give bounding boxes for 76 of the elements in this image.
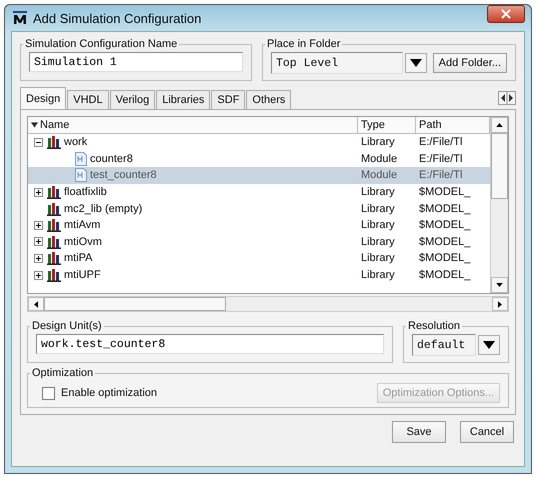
group-label: Optimization bbox=[31, 367, 94, 379]
type-cell-text: Library bbox=[360, 202, 396, 215]
group-label: Place in Folder bbox=[266, 38, 342, 50]
path-cell-text: $MODEL_ bbox=[418, 186, 472, 198]
tree-row[interactable]: mtiUPF Library $MODEL_ bbox=[28, 266, 490, 284]
tree-row[interactable]: mc2_lib (empty) Library $MODEL_ bbox=[28, 200, 490, 217]
tree-row[interactable]: mtiOvm Library $MODEL_ bbox=[28, 234, 490, 250]
scroll-up-icon[interactable] bbox=[496, 123, 503, 127]
tree-row[interactable]: work Library E:/File/Tl bbox=[28, 134, 490, 151]
expand-icon[interactable] bbox=[34, 270, 43, 280]
tree-item-name: test_counter8 bbox=[90, 169, 157, 182]
folder-dropdown[interactable]: Top Level bbox=[271, 52, 403, 74]
window-title: Add Simulation Configuration bbox=[33, 10, 202, 26]
tree-item-name: mc2_lib (empty) bbox=[64, 202, 142, 215]
group-label: Design Unit(s) bbox=[31, 320, 103, 332]
type-cell-text: Module bbox=[360, 152, 398, 165]
scroll-right-icon[interactable] bbox=[498, 300, 502, 308]
type-cell-text: Library bbox=[360, 186, 396, 198]
vertical-scrollbar[interactable] bbox=[490, 117, 508, 293]
type-cell-text: Library bbox=[360, 252, 396, 264]
tree-row[interactable]: counter8 Module E:/File/Tl bbox=[28, 150, 490, 168]
column-header[interactable]: Name bbox=[28, 117, 358, 133]
tree-row[interactable]: floatfixlib Library $MODEL_ bbox=[28, 184, 490, 200]
path-cell-text: $MODEL_ bbox=[418, 202, 472, 215]
column-header[interactable]: Type bbox=[358, 117, 416, 133]
app-logo-icon bbox=[13, 11, 27, 25]
sort-arrow-icon bbox=[31, 122, 38, 128]
close-icon bbox=[501, 9, 511, 19]
path-cell-text: $MODEL_ bbox=[418, 219, 472, 232]
type-cell-text: Library bbox=[360, 219, 396, 232]
tab[interactable]: SDF bbox=[211, 90, 246, 109]
horizontal-scrollbar[interactable] bbox=[27, 296, 509, 312]
tab[interactable]: Others bbox=[246, 90, 292, 109]
config-name-field[interactable]: Simulation 1 bbox=[29, 52, 243, 72]
expand-icon[interactable] bbox=[34, 188, 43, 197]
type-cell-text: Module bbox=[360, 169, 398, 182]
group-label: Simulation Configuration Name bbox=[24, 38, 178, 50]
path-cell-text: E:/File/Tl bbox=[418, 169, 464, 182]
tree-item-name: mtiAvm bbox=[64, 219, 100, 232]
type-cell-text: Library bbox=[360, 269, 396, 282]
tree-item-name: floatfixlib bbox=[64, 186, 107, 198]
tab[interactable]: Verilog bbox=[110, 90, 156, 109]
path-cell-text: $MODEL_ bbox=[418, 236, 472, 248]
resolution-dropdown[interactable]: default bbox=[412, 334, 476, 356]
path-cell-text: E:/File/Tl bbox=[418, 136, 464, 148]
add-folder-button[interactable]: Add Folder... bbox=[432, 53, 507, 73]
path-cell-text: E:/File/Tl bbox=[418, 152, 464, 165]
tree-item-name: mtiOvm bbox=[64, 236, 102, 248]
tab[interactable]: Design bbox=[20, 87, 66, 109]
checkbox[interactable] bbox=[42, 386, 55, 400]
checkbox-label: Enable optimization bbox=[61, 387, 158, 399]
tab-scroll-icon[interactable] bbox=[498, 91, 516, 105]
tab[interactable]: VHDL bbox=[67, 90, 109, 109]
tab[interactable]: Libraries bbox=[156, 90, 210, 109]
type-cell-text: Library bbox=[360, 136, 396, 148]
tree-item-name: mtiPA bbox=[64, 252, 93, 264]
type-cell-text: Library bbox=[360, 236, 396, 248]
tree-item-name: work bbox=[64, 136, 88, 148]
tree-row[interactable]: mtiAvm Library $MODEL_ bbox=[28, 216, 490, 234]
expand-icon[interactable] bbox=[34, 220, 43, 230]
cancel-button[interactable]: Cancel bbox=[460, 421, 514, 443]
path-cell-text: $MODEL_ bbox=[418, 269, 472, 282]
expand-icon[interactable] bbox=[34, 237, 43, 246]
close-button[interactable] bbox=[487, 5, 525, 23]
tree-row[interactable]: mtiPA Library $MODEL_ bbox=[28, 250, 490, 267]
path-cell-text: $MODEL_ bbox=[418, 252, 472, 264]
collapse-icon[interactable] bbox=[34, 138, 43, 147]
design-units-field[interactable]: work.test_counter8 bbox=[36, 334, 384, 354]
tree-item-name: counter8 bbox=[90, 152, 133, 165]
group-label: Resolution bbox=[407, 320, 461, 332]
scroll-left-icon[interactable] bbox=[34, 300, 38, 308]
tree-row[interactable]: test_counter8 Module E:/File/Tl bbox=[28, 167, 490, 184]
scroll-down-icon[interactable] bbox=[496, 283, 503, 287]
save-button[interactable]: Save bbox=[392, 421, 446, 443]
expand-icon[interactable] bbox=[34, 254, 43, 263]
tree-item-name: mtiUPF bbox=[64, 269, 101, 282]
